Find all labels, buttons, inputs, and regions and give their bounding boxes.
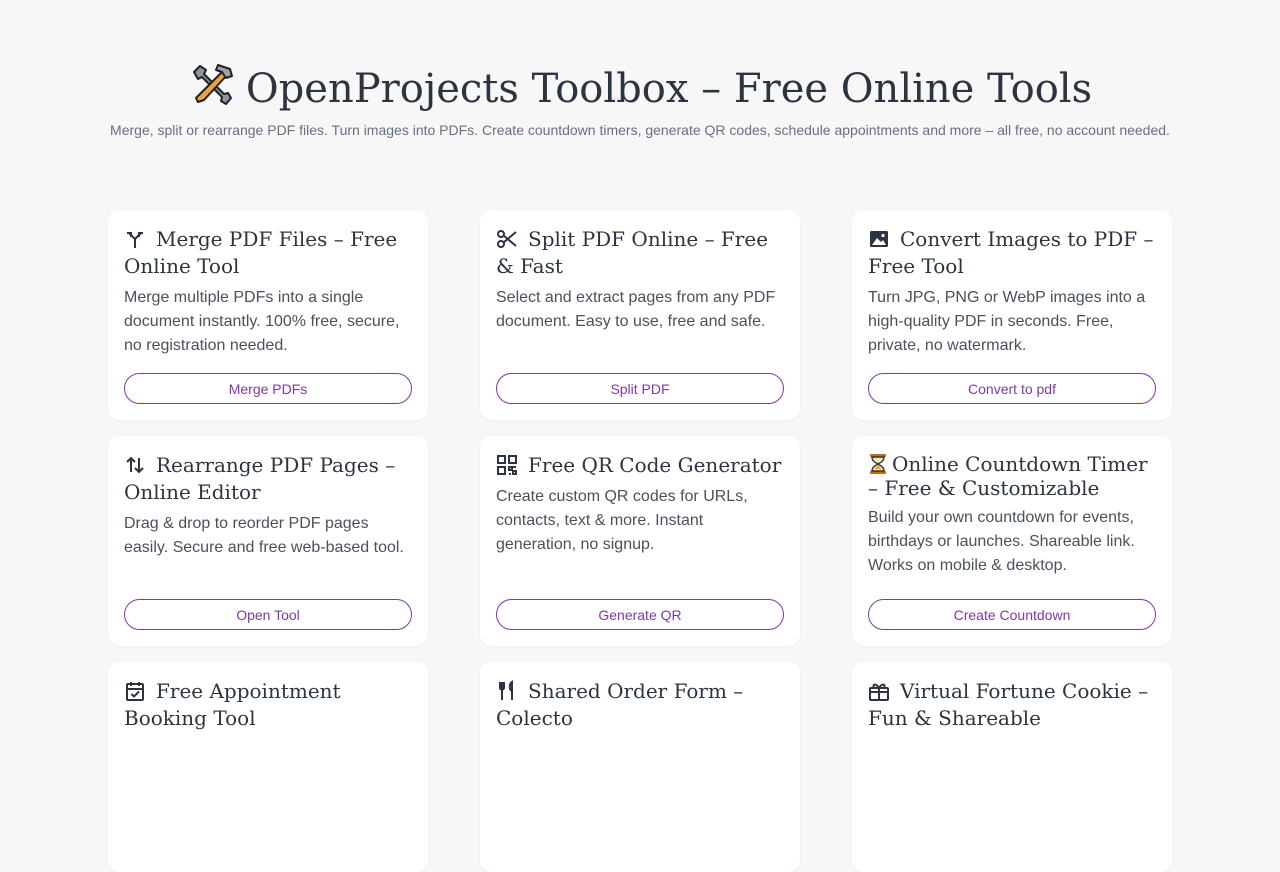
card-title[interactable]: Online Countdown Timer – Free & Customiz… (868, 452, 1156, 500)
scissors-icon (496, 228, 518, 250)
card-title[interactable]: Virtual Fortune Cookie – Fun & Shareable (868, 678, 1156, 732)
merge-pdfs-button[interactable]: Merge PDFs (124, 373, 412, 404)
page-title: OpenProjects Toolbox – Free Online Tools (0, 62, 1280, 122)
page-subtitle: Merge, split or rearrange PDF files. Tur… (110, 122, 1170, 138)
card-title[interactable]: Shared Order Form – Colecto (496, 678, 784, 732)
tool-card-shared-order-form: Shared Order Form – Colecto (480, 662, 800, 872)
hourglass-icon (868, 453, 888, 475)
image-icon (868, 228, 890, 250)
card-title[interactable]: Split PDF Online – Free & Fast (496, 226, 784, 280)
calendar-check-icon (124, 680, 146, 702)
card-description: Merge multiple PDFs into a single docume… (124, 289, 400, 354)
card-description: Select and extract pages from any PDF do… (496, 289, 776, 330)
fortune-cookie-icon (868, 680, 890, 702)
card-title[interactable]: Convert Images to PDF – Free Tool (868, 226, 1156, 280)
create-countdown-button[interactable]: Create Countdown (868, 599, 1156, 630)
convert-to-pdf-button[interactable]: Convert to pdf (868, 373, 1156, 404)
tool-card-images-to-pdf: Convert Images to PDF – Free Tool Turn J… (852, 210, 1172, 420)
generate-qr-button[interactable]: Generate QR (496, 599, 784, 630)
tool-card-merge-pdf: Merge PDF Files – Free Online Tool Merge… (108, 210, 428, 420)
card-title[interactable]: Rearrange PDF Pages – Online Editor (124, 452, 412, 506)
fork-knife-icon (496, 680, 518, 702)
card-title[interactable]: Merge PDF Files – Free Online Tool (124, 226, 412, 280)
qr-code-icon (496, 454, 518, 476)
tools-icon (188, 62, 234, 122)
card-description: Turn JPG, PNG or WebP images into a high… (868, 289, 1146, 354)
card-title[interactable]: Free QR Code Generator (496, 452, 784, 479)
tool-card-split-pdf: Split PDF Online – Free & Fast Select an… (480, 210, 800, 420)
card-description: Build your own countdown for events, bir… (868, 509, 1135, 574)
tool-card-qr-generator: Free QR Code Generator Create custom QR … (480, 436, 800, 646)
page-title-text: OpenProjects Toolbox – Free Online Tools (245, 66, 1093, 112)
tool-card-appointment-booking: Free Appointment Booking Tool (108, 662, 428, 872)
swap-vertical-icon (124, 454, 146, 476)
card-description: Create custom QR codes for URLs, contact… (496, 488, 748, 553)
card-title[interactable]: Free Appointment Booking Tool (124, 678, 412, 732)
tool-card-countdown-timer: Online Countdown Timer – Free & Customiz… (852, 436, 1172, 646)
card-description: Drag & drop to reorder PDF pages easily.… (124, 515, 404, 556)
split-pdf-button[interactable]: Split PDF (496, 373, 784, 404)
merge-icon (124, 228, 146, 250)
tool-card-rearrange-pdf: Rearrange PDF Pages – Online Editor Drag… (108, 436, 428, 646)
tool-card-fortune-cookie: Virtual Fortune Cookie – Fun & Shareable (852, 662, 1172, 872)
open-tool-button[interactable]: Open Tool (124, 599, 412, 630)
tools-grid: Merge PDF Files – Free Online Tool Merge… (108, 210, 1172, 872)
